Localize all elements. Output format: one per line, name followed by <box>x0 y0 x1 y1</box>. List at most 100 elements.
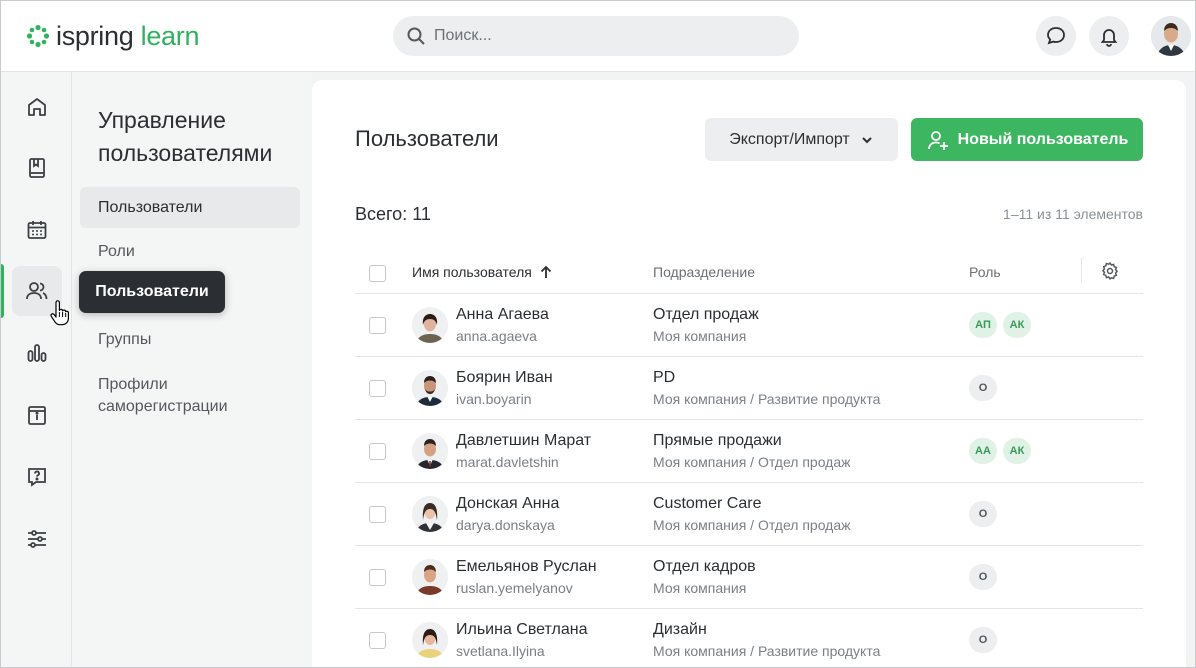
search-bar[interactable] <box>393 16 799 56</box>
department-path: Моя компания / Отдел продаж <box>653 454 851 470</box>
role-badge: О <box>969 627 997 653</box>
user-name[interactable]: Ильина Светлана <box>456 621 587 639</box>
user-name[interactable]: Донская Анна <box>456 495 559 513</box>
user-photo-icon <box>412 622 448 658</box>
nav-item-users[interactable]: Пользователи <box>80 187 300 228</box>
logo[interactable]: ispring learn <box>26 20 199 52</box>
users-icon <box>26 282 48 300</box>
user-login: darya.donskaya <box>456 517 555 533</box>
rail-calendar[interactable] <box>12 205 62 255</box>
column-header-role[interactable]: Роль <box>969 264 1001 280</box>
table-row[interactable]: Донская Анна darya.donskaya Customer Car… <box>355 483 1143 546</box>
hand-cursor-icon <box>50 300 69 326</box>
search-icon <box>407 27 425 45</box>
row-checkbox[interactable] <box>369 317 386 334</box>
rail-active-indicator <box>0 264 4 318</box>
nav-item-roles[interactable]: Роли <box>80 231 300 272</box>
chevron-down-icon <box>862 136 872 143</box>
user-photo-icon <box>1151 16 1191 56</box>
table-row[interactable]: Боярин Иван ivan.boyarin PD Моя компания… <box>355 357 1143 420</box>
logo-main-text: ispring <box>56 21 134 51</box>
user-login: ivan.boyarin <box>456 391 532 407</box>
rail-courses[interactable] <box>12 143 62 193</box>
user-photo-icon <box>412 433 448 469</box>
home-icon <box>28 98 46 116</box>
department-name: Отдел кадров <box>653 558 756 575</box>
nav-item-label: Пользователи <box>98 198 203 216</box>
user-name[interactable]: Емельянов Руслан <box>456 558 597 576</box>
department-path: Моя компания <box>653 580 747 596</box>
role-badges: О <box>969 627 997 653</box>
logo-text: ispring learn <box>56 20 199 52</box>
search-input[interactable] <box>434 27 774 45</box>
table-row[interactable]: Емельянов Руслан ruslan.yemelyanov Отдел… <box>355 546 1143 609</box>
department-path: Моя компания / Развитие продукта <box>653 643 881 659</box>
info-icon <box>28 406 46 425</box>
section-title: Управление пользователями <box>98 107 273 166</box>
role-badge: АА <box>969 438 997 464</box>
user-photo-icon <box>412 307 448 343</box>
logo-accent-text: learn <box>140 21 200 51</box>
nav-item-self-registration-profiles[interactable]: Профили саморегистрации <box>80 372 280 420</box>
avatar <box>412 496 448 532</box>
nav-item-label: Роли <box>98 242 135 260</box>
role-badges: О <box>969 375 997 401</box>
nav-item-label: Профили саморегистрации <box>98 376 228 415</box>
notifications-button[interactable] <box>1089 16 1129 56</box>
table-row[interactable]: Анна Агаева anna.agaeva Отдел продаж Моя… <box>355 294 1143 357</box>
row-checkbox[interactable] <box>369 632 386 649</box>
column-separator <box>1081 258 1082 282</box>
user-photo-icon <box>412 496 448 532</box>
table-header: Имя пользователя Подразделение Роль <box>355 252 1143 294</box>
gear-icon[interactable] <box>1100 261 1120 281</box>
profile-avatar[interactable] <box>1151 16 1191 56</box>
new-user-button[interactable]: Новый пользователь <box>911 118 1143 161</box>
row-checkbox[interactable] <box>369 443 386 460</box>
user-name[interactable]: Давлетшин Марат <box>456 432 591 450</box>
select-all-checkbox[interactable] <box>369 265 386 282</box>
user-login: marat.davletshin <box>456 454 559 470</box>
export-import-button[interactable]: Экспорт/Импорт <box>705 118 898 161</box>
avatar <box>412 622 448 658</box>
settings-sliders-icon <box>28 530 46 548</box>
user-name[interactable]: Анна Агаева <box>456 306 549 324</box>
user-login: ruslan.yemelyanov <box>456 580 573 596</box>
question-icon <box>28 468 46 487</box>
calendar-icon <box>27 221 47 239</box>
department-path: Моя компания <box>653 328 747 344</box>
rail-info[interactable] <box>12 390 62 440</box>
role-badge: АК <box>1003 438 1031 464</box>
top-header: ispring learn <box>0 0 1196 72</box>
table-row[interactable]: Давлетшин Марат marat.davletshin Прямые … <box>355 420 1143 483</box>
role-badge: АК <box>1003 312 1031 338</box>
chat-button[interactable] <box>1036 16 1076 56</box>
chat-icon <box>1047 27 1065 45</box>
table-row[interactable]: Ильина Светлана svetlana.Ilyina Дизайн М… <box>355 609 1143 668</box>
user-name[interactable]: Боярин Иван <box>456 369 553 387</box>
users-tooltip: Пользователи <box>79 271 225 313</box>
role-badge: О <box>969 501 997 527</box>
logo-icon <box>26 24 50 48</box>
add-user-icon <box>927 130 948 150</box>
avatar <box>412 307 448 343</box>
new-user-label: Новый пользователь <box>957 130 1129 148</box>
row-checkbox[interactable] <box>369 569 386 586</box>
column-header-department[interactable]: Подразделение <box>653 264 755 280</box>
users-card: Пользователи Экспорт/Импорт Новый пользо… <box>312 80 1186 668</box>
rail-home[interactable] <box>12 82 62 132</box>
page-title: Пользователи <box>355 126 499 151</box>
user-login: svetlana.Ilyina <box>456 643 545 659</box>
rail-reports[interactable] <box>12 328 62 378</box>
role-badges: О <box>969 501 997 527</box>
role-badges: О <box>969 564 997 590</box>
column-header-name[interactable]: Имя пользователя <box>412 264 552 280</box>
rail-settings[interactable] <box>12 514 62 564</box>
nav-item-groups[interactable]: Группы <box>80 319 300 360</box>
row-checkbox[interactable] <box>369 506 386 523</box>
user-photo-icon <box>412 559 448 595</box>
row-checkbox[interactable] <box>369 380 386 397</box>
column-header-label: Имя пользователя <box>412 264 532 280</box>
department-name: PD <box>653 369 676 386</box>
rail-questions[interactable] <box>12 452 62 502</box>
department-name: Customer Care <box>653 495 762 512</box>
